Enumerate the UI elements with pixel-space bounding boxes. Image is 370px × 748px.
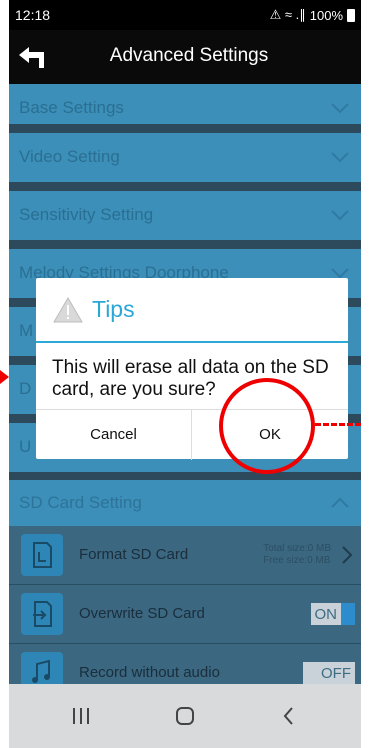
dialog-title-divider	[36, 341, 348, 343]
home-icon[interactable]	[145, 684, 225, 748]
nav-back-icon[interactable]	[249, 684, 329, 748]
cancel-button[interactable]: Cancel	[36, 410, 192, 460]
highlight-pointer-line	[315, 423, 361, 426]
phone-screen: 12:18 ⚠︎ ≈ .∥ 100% Advanced Settings Bas…	[9, 0, 361, 748]
system-nav-bar	[9, 684, 361, 748]
dialog-title: Tips	[92, 296, 135, 322]
recents-icon[interactable]	[41, 684, 121, 748]
pointer-arrow-tip	[0, 370, 9, 384]
warning-icon	[53, 297, 83, 323]
highlight-circle	[219, 378, 315, 474]
dialog-title-bar: Tips	[36, 278, 348, 341]
